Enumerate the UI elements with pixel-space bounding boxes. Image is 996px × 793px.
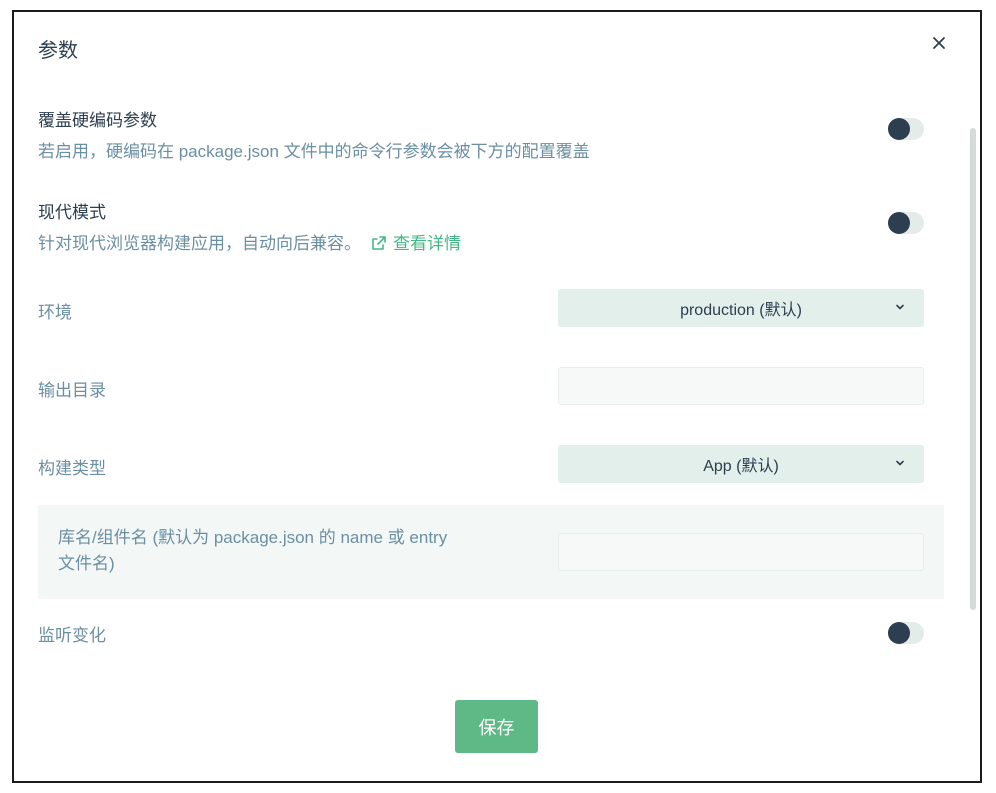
toggle-knob <box>888 622 910 644</box>
override-params-desc: 若启用，硬编码在 package.json 文件中的命令行参数会被下方的配置覆盖 <box>38 142 590 161</box>
output-dir-row: 输出目录 <box>38 367 944 407</box>
scrollbar-thumb[interactable] <box>970 128 976 610</box>
save-button[interactable]: 保存 <box>455 700 538 753</box>
close-button[interactable] <box>930 34 948 52</box>
lib-name-row: 库名/组件名 (默认为 package.json 的 name 或 entry … <box>38 505 944 599</box>
build-type-value: App (默认) <box>703 458 779 475</box>
modern-mode-desc: 针对现代浏览器构建应用，自动向后兼容。 查看详情 <box>38 229 944 254</box>
environment-value: production (默认) <box>680 302 802 319</box>
parameters-dialog: 参数 覆盖硬编码参数 若启用，硬编码在 package.json 文件中的命令行… <box>12 10 982 783</box>
override-params-title: 覆盖硬编码参数 <box>38 111 157 130</box>
build-type-label: 构建类型 <box>38 459 106 478</box>
toggle-knob <box>888 212 910 234</box>
watch-toggle[interactable] <box>888 622 924 644</box>
watch-row: 监听变化 <box>38 618 944 648</box>
environment-label: 环境 <box>38 303 72 322</box>
lib-name-input[interactable] <box>558 533 924 571</box>
modern-mode-row: 现代模式 针对现代浏览器构建应用，自动向后兼容。 查看详情 <box>38 198 944 254</box>
lib-name-label-line1: 库名/组件名 (默认为 package.json 的 name 或 entry <box>58 528 448 547</box>
modern-mode-toggle[interactable] <box>888 212 924 234</box>
scrollbar[interactable] <box>970 128 976 610</box>
modern-mode-desc-text: 针对现代浏览器构建应用，自动向后兼容。 <box>38 234 361 253</box>
dialog-content: 覆盖硬编码参数 若启用，硬编码在 package.json 文件中的命令行参数会… <box>14 92 980 781</box>
view-details-link[interactable]: 查看详情 <box>371 234 461 253</box>
close-icon <box>933 37 945 49</box>
environment-row: 环境 production (默认) <box>38 289 944 329</box>
build-type-select[interactable]: App (默认) <box>558 445 924 483</box>
watch-label: 监听变化 <box>38 626 106 645</box>
toggle-knob <box>888 118 910 140</box>
external-link-icon <box>372 236 386 250</box>
build-type-row: 构建类型 App (默认) <box>38 445 944 485</box>
dialog-title: 参数 <box>38 40 78 62</box>
lib-name-label: 库名/组件名 (默认为 package.json 的 name 或 entry … <box>58 525 447 577</box>
chevron-down-icon <box>896 460 904 466</box>
environment-select[interactable]: production (默认) <box>558 289 924 327</box>
modern-mode-title: 现代模式 <box>38 203 106 222</box>
output-dir-label: 输出目录 <box>38 381 106 400</box>
lib-name-label-line2: 文件名) <box>58 554 115 573</box>
view-details-label: 查看详情 <box>393 234 461 253</box>
override-params-row: 覆盖硬编码参数 若启用，硬编码在 package.json 文件中的命令行参数会… <box>38 106 944 162</box>
chevron-down-icon <box>896 304 904 310</box>
override-params-toggle[interactable] <box>888 118 924 140</box>
output-dir-input[interactable] <box>558 367 924 405</box>
